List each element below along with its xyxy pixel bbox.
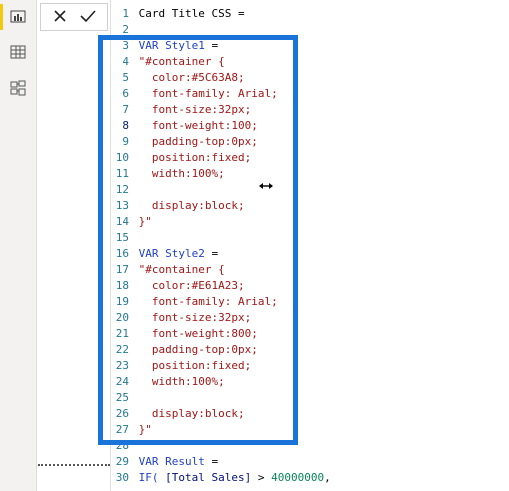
code-token: IF( [138,471,159,484]
active-view-indicator [0,4,3,30]
code-line[interactable]: 1 Card Title CSS = [111,6,509,22]
code-token: Card Title CSS = [138,7,245,20]
highlight-annotation-box [98,35,298,445]
code-line[interactable]: 30 IF( [Total Sales] > 40000000, [111,470,509,486]
formula-commit-bar [40,3,108,31]
code-token: [Total Sales] [158,471,252,484]
code-token: , [324,471,331,484]
view-switcher-rail [0,0,37,491]
canvas-selection-border [38,464,110,466]
line-number: 1 [122,7,129,20]
report-view-icon[interactable] [8,6,28,26]
code-token: 40000000 [271,471,325,484]
code-token: VAR Result [138,455,205,468]
code-token: > [251,471,272,484]
check-icon [80,8,96,27]
code-line[interactable]: 29 VAR Result = [111,454,509,470]
code-text: VAR Result = [132,455,218,468]
code-token: = [204,455,219,468]
commit-button[interactable] [77,7,99,27]
resize-cursor-icon [258,177,274,189]
line-number: 30 [115,471,129,484]
code-text: Card Title CSS = [132,7,245,20]
code-text: IF( [Total Sales] > 40000000, [132,471,331,484]
data-view-icon[interactable] [8,42,28,62]
model-view-icon[interactable] [8,78,28,98]
close-icon [53,8,67,27]
cancel-button[interactable] [49,7,71,27]
line-number: 29 [115,455,129,468]
